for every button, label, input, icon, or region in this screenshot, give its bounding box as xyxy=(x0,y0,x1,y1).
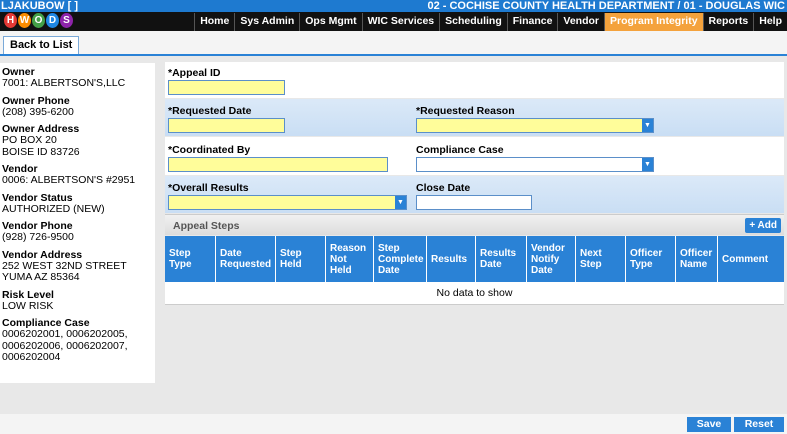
empty-grid-message: No data to show xyxy=(436,287,513,299)
column-header[interactable]: Date Requested xyxy=(216,236,276,282)
coordinated-by-input[interactable] xyxy=(168,157,388,172)
appeal-id-input[interactable] xyxy=(168,80,285,95)
risk-level-value: LOW RISK xyxy=(2,299,54,312)
vendor-address-section: Vendor Address 252 WEST 32ND STREET YUMA… xyxy=(2,249,153,284)
save-button[interactable]: Save xyxy=(687,417,731,432)
nav-tab-help[interactable]: Help xyxy=(753,13,787,31)
vendor-status-section: Vendor Status AUTHORIZED (NEW) xyxy=(2,192,153,216)
back-to-list-button[interactable]: Back to List xyxy=(3,36,80,54)
logo-letter: D xyxy=(46,13,59,28)
column-header[interactable]: Officer Name xyxy=(676,236,718,282)
column-header[interactable]: Step Type xyxy=(165,236,216,282)
coordinated-by-label: *Coordinated By xyxy=(168,144,251,156)
risk-level-label: Risk Level xyxy=(2,288,54,301)
form-row-requested: *Requested Date *Requested Reason ▼ xyxy=(165,99,784,136)
form-row-results: *Overall Results ▼ Close Date xyxy=(165,176,784,213)
requested-reason-select[interactable]: ▼ xyxy=(416,118,654,133)
app-root: LJAKUBOW [ ] 02 - COCHISE COUNTY HEALTH … xyxy=(0,0,787,434)
vendor-status-value: AUTHORIZED (NEW) xyxy=(2,202,105,215)
nav-tab-reports[interactable]: Reports xyxy=(702,13,754,31)
form-row-appeal-id: *Appeal ID xyxy=(165,62,784,98)
column-header[interactable]: Reason Not Held xyxy=(326,236,374,282)
nav-tab-wic-services[interactable]: WIC Services xyxy=(361,13,440,31)
requested-reason-label: *Requested Reason xyxy=(416,105,515,117)
vendor-value: 0006: ALBERTSON'S #2951 xyxy=(2,174,136,186)
vendor-address-value: 252 WEST 32ND STREET YUMA AZ 85364 xyxy=(2,259,127,283)
requested-date-input[interactable] xyxy=(168,118,285,133)
chevron-down-icon[interactable]: ▼ xyxy=(642,119,653,132)
compliance-case-select[interactable]: ▼ xyxy=(416,157,654,172)
vendor-section: Vendor 0006: ALBERTSON'S #2951 xyxy=(2,163,153,187)
owner-section: Owner 7001: ALBERTSON'S,LLC xyxy=(2,66,153,90)
owner-value: 7001: ALBERTSON'S,LLC xyxy=(2,77,126,89)
requested-date-label: *Requested Date xyxy=(168,105,252,117)
hwods-logo: H W O D S xyxy=(4,13,73,30)
nav-tabs: Home Sys Admin Ops Mgmt WIC Services Sch… xyxy=(194,13,787,31)
owner-phone-section: Owner Phone (208) 395-6200 xyxy=(2,95,153,119)
reset-button[interactable]: Reset xyxy=(734,417,784,432)
vendor-info-panel: Owner 7001: ALBERTSON'S,LLC Owner Phone … xyxy=(0,63,155,383)
owner-address-value: PO BOX 20 BOISE ID 83726 xyxy=(2,134,80,158)
nav-tab-ops-mgmt[interactable]: Ops Mgmt xyxy=(299,13,362,31)
nav-tab-vendor[interactable]: Vendor xyxy=(557,13,605,31)
logo-letter: O xyxy=(32,13,45,28)
appeal-steps-grid-body: No data to show xyxy=(165,282,784,305)
close-date-label: Close Date xyxy=(416,182,471,194)
column-header[interactable]: Vendor Notify Date xyxy=(527,236,576,282)
owner-phone-value: (208) 395-6200 xyxy=(2,105,74,118)
compliance-case-value: 0006202001, 0006202005, 0006202006, 0006… xyxy=(2,328,128,363)
chevron-down-icon[interactable]: ▼ xyxy=(642,158,653,171)
risk-level-section: Risk Level LOW RISK xyxy=(2,289,153,313)
nav-tab-scheduling[interactable]: Scheduling xyxy=(439,13,507,31)
vendor-status-label: Vendor Status xyxy=(2,191,73,204)
column-header[interactable]: Officer Type xyxy=(626,236,676,282)
logo-letter: S xyxy=(60,13,73,28)
column-header[interactable]: Step Held xyxy=(276,236,326,282)
add-step-button[interactable]: + Add xyxy=(745,218,781,233)
form-footer: Save Reset xyxy=(0,414,787,434)
column-header[interactable]: Next Step xyxy=(576,236,626,282)
logo-letter: H xyxy=(4,13,17,28)
overall-results-select[interactable]: ▼ xyxy=(168,195,407,210)
owner-address-section: Owner Address PO BOX 20 BOISE ID 83726 xyxy=(2,123,153,158)
sub-toolbar: Back to List xyxy=(0,31,787,56)
column-header[interactable]: Comment xyxy=(718,236,784,282)
chevron-down-icon[interactable]: ▼ xyxy=(395,196,406,209)
appeal-steps-title: Appeal Steps xyxy=(173,220,240,232)
vendor-phone-section: Vendor Phone (928) 726-9500 xyxy=(2,220,153,244)
owner-phone-label: Owner Phone xyxy=(2,94,70,107)
close-date-input[interactable] xyxy=(416,195,532,210)
appeal-id-label: *Appeal ID xyxy=(168,67,221,79)
form-row-coordinated: *Coordinated By Compliance Case ▼ xyxy=(165,137,784,175)
top-header-bar: LJAKUBOW [ ] 02 - COCHISE COUNTY HEALTH … xyxy=(0,0,787,12)
current-user: LJAKUBOW [ ] xyxy=(1,0,78,12)
column-header[interactable]: Step Complete Date xyxy=(374,236,427,282)
agency-title: 02 - COCHISE COUNTY HEALTH DEPARTMENT / … xyxy=(427,0,785,12)
vendor-phone-value: (928) 726-9500 xyxy=(2,231,74,243)
compliance-case-section: Compliance Case 0006202001, 0006202005, … xyxy=(2,317,153,364)
logo-letter: W xyxy=(18,13,31,28)
appeal-steps-grid-header: Step Type Date Requested Step Held Reaso… xyxy=(165,236,784,282)
column-header[interactable]: Results xyxy=(427,236,476,282)
column-header[interactable]: Results Date xyxy=(476,236,527,282)
overall-results-label: *Overall Results xyxy=(168,182,249,194)
nav-tab-sys-admin[interactable]: Sys Admin xyxy=(234,13,300,31)
main-nav: H W O D S Home Sys Admin Ops Mgmt WIC Se… xyxy=(0,12,787,31)
compliance-case-field-label: Compliance Case xyxy=(416,144,504,156)
appeal-steps-header: Appeal Steps + Add xyxy=(165,214,784,235)
nav-tab-program-integrity[interactable]: Program Integrity xyxy=(604,13,703,31)
nav-tab-home[interactable]: Home xyxy=(194,13,235,31)
vendor-address-label: Vendor Address xyxy=(2,248,83,261)
nav-tab-finance[interactable]: Finance xyxy=(506,13,558,31)
